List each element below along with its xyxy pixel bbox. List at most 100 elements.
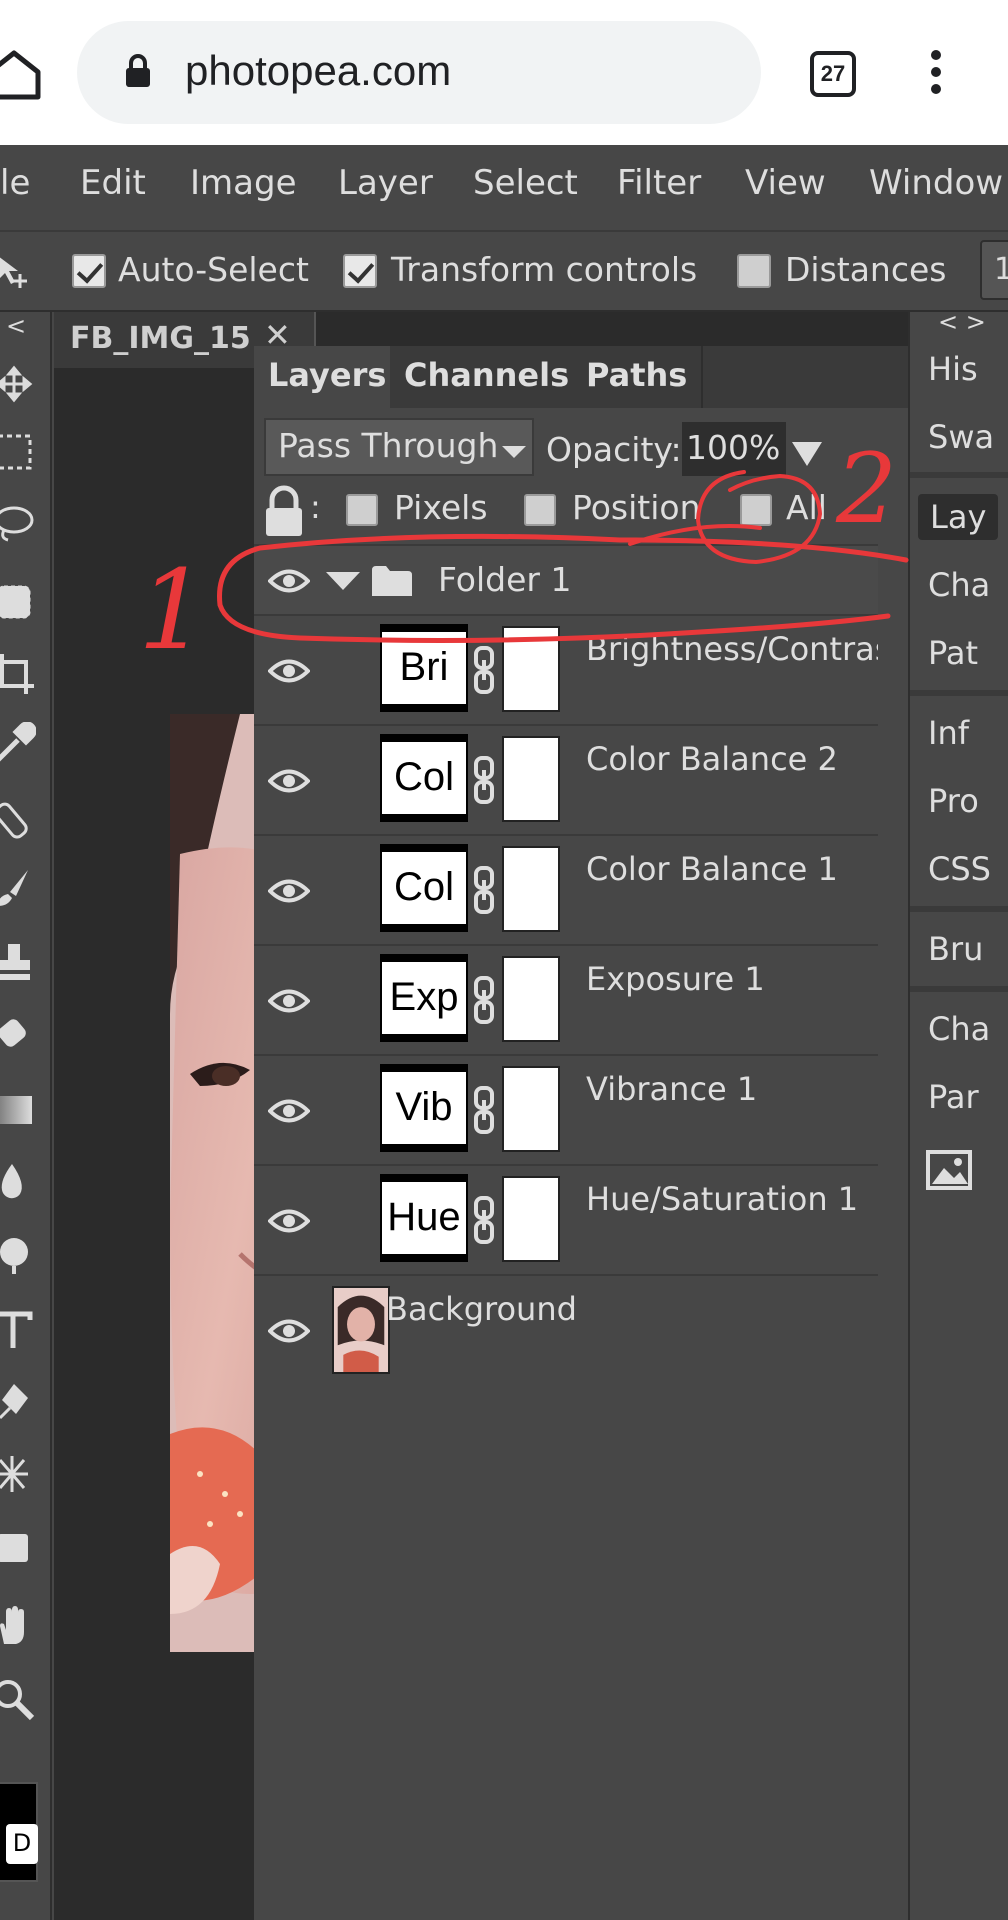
lock-icon xyxy=(266,485,302,536)
tab-channels[interactable]: Channels xyxy=(390,346,586,408)
opacity-input[interactable]: 100% xyxy=(682,422,786,476)
layer-row[interactable]: Vib Vibrance 1 xyxy=(254,1056,878,1166)
path-select-tool-icon[interactable] xyxy=(0,1452,36,1496)
toolbar-collapse-button[interactable]: < xyxy=(6,312,26,340)
menu-window[interactable]: Window xyxy=(869,163,1003,203)
adjustment-thumbnail: Exp xyxy=(380,954,468,1042)
lock-all-checkbox[interactable] xyxy=(740,494,772,526)
tab-switcher-button[interactable]: 27 xyxy=(810,51,856,97)
layer-name: Hue/Saturation 1 xyxy=(586,1180,859,1218)
panel-layers[interactable]: Lay xyxy=(918,494,999,540)
transform-controls-checkbox[interactable] xyxy=(343,254,377,288)
eye-icon[interactable] xyxy=(268,1318,310,1344)
panel-expand-arrows[interactable]: < > xyxy=(938,308,986,336)
layer-row-background[interactable]: Background xyxy=(254,1276,878,1386)
clone-stamp-tool-icon[interactable] xyxy=(0,940,36,984)
eye-icon[interactable] xyxy=(268,658,310,684)
panel-paths[interactable]: Pat xyxy=(928,634,978,672)
gradient-tool-icon[interactable] xyxy=(0,1088,36,1132)
menu-edit[interactable]: Edit xyxy=(80,163,146,203)
menu-file[interactable]: le xyxy=(0,163,30,203)
opacity-dropdown-icon[interactable] xyxy=(792,442,822,466)
link-icon[interactable] xyxy=(473,646,495,694)
panel-brush[interactable]: Bru xyxy=(928,930,983,968)
panel-swatches[interactable]: Swa xyxy=(928,418,994,456)
panel-properties[interactable]: Pro xyxy=(928,782,979,820)
link-icon[interactable] xyxy=(473,1086,495,1134)
crop-tool-icon[interactable] xyxy=(0,652,36,696)
eye-icon[interactable] xyxy=(268,1098,310,1124)
folder-expand-icon[interactable] xyxy=(326,572,360,590)
eraser-tool-icon[interactable] xyxy=(0,1012,36,1056)
lock-icon xyxy=(126,54,150,87)
link-icon[interactable] xyxy=(473,976,495,1024)
lock-all-label: All xyxy=(786,488,827,527)
type-tool-icon[interactable] xyxy=(0,1308,36,1352)
menu-image[interactable]: Image xyxy=(190,163,296,203)
rectangle-tool-icon[interactable] xyxy=(0,1526,36,1570)
link-icon[interactable] xyxy=(473,866,495,914)
panel-info[interactable]: Inf xyxy=(928,714,969,752)
quick-select-tool-icon[interactable] xyxy=(0,580,36,624)
hand-tool-icon[interactable] xyxy=(0,1604,36,1648)
zoom-tool-icon[interactable] xyxy=(0,1678,36,1722)
move-tool-icon xyxy=(0,257,27,288)
layer-row[interactable]: Hue Hue/Saturation 1 xyxy=(254,1166,878,1276)
layer-folder-row[interactable]: Folder 1 xyxy=(254,544,878,616)
tab-layers[interactable]: Layers xyxy=(254,346,403,408)
panel-css[interactable]: CSS xyxy=(928,850,991,888)
tab-paths[interactable]: Paths xyxy=(572,346,704,408)
auto-select-checkbox[interactable] xyxy=(72,254,106,288)
layer-thumbnail xyxy=(332,1286,390,1374)
panel-character[interactable]: Cha xyxy=(928,1010,990,1048)
distances-checkbox[interactable] xyxy=(737,254,771,288)
menu-filter[interactable]: Filter xyxy=(617,163,701,203)
move-tool-icon[interactable] xyxy=(0,362,36,406)
brush-tool-icon[interactable] xyxy=(0,866,36,910)
lock-pixels-label: Pixels xyxy=(394,488,488,527)
panel-paragraph[interactable]: Par xyxy=(928,1078,979,1116)
lock-position-checkbox[interactable] xyxy=(524,494,556,526)
options-overflow-button[interactable]: 1 xyxy=(980,240,1008,300)
eye-icon[interactable] xyxy=(268,568,310,594)
eyedropper-tool-icon[interactable] xyxy=(0,722,36,766)
blur-tool-icon[interactable] xyxy=(0,1160,36,1204)
menu-layer[interactable]: Layer xyxy=(338,163,433,203)
tool-options-bar: Auto-Select Transform controls Distances… xyxy=(0,232,1008,312)
mask-thumbnail xyxy=(502,846,560,932)
link-icon[interactable] xyxy=(473,1196,495,1244)
menu-select[interactable]: Select xyxy=(473,163,578,203)
eye-icon[interactable] xyxy=(268,1208,310,1234)
image-icon[interactable] xyxy=(926,1150,972,1190)
mask-thumbnail xyxy=(502,956,560,1042)
mask-thumbnail xyxy=(502,736,560,822)
layer-row[interactable]: Exp Exposure 1 xyxy=(254,946,878,1056)
lasso-tool-icon[interactable] xyxy=(0,502,36,546)
panel-history[interactable]: His xyxy=(928,350,978,388)
panel-channels[interactable]: Cha xyxy=(928,566,990,604)
marquee-tool-icon[interactable] xyxy=(0,430,36,474)
default-colors-button[interactable]: D xyxy=(6,1824,38,1864)
lock-position-label: Position xyxy=(572,488,701,527)
lock-colon: : xyxy=(310,488,321,526)
layer-name: Background xyxy=(386,1290,577,1328)
blend-mode-select[interactable]: Pass Through xyxy=(264,418,534,476)
browser-toolbar: photopea.com 27 xyxy=(0,0,1008,145)
eye-icon[interactable] xyxy=(268,878,310,904)
lock-pixels-checkbox[interactable] xyxy=(346,494,378,526)
adjustment-thumbnail: Hue xyxy=(380,1174,468,1262)
chevron-down-icon xyxy=(502,446,526,458)
more-options-icon[interactable] xyxy=(924,50,948,98)
layer-row[interactable]: Bri Brightness/Contrast xyxy=(254,616,878,726)
eye-icon[interactable] xyxy=(268,988,310,1014)
address-bar[interactable]: photopea.com xyxy=(77,21,761,124)
menu-view[interactable]: View xyxy=(745,163,826,203)
home-icon[interactable] xyxy=(0,50,42,100)
pen-tool-icon[interactable] xyxy=(0,1380,36,1424)
layer-row[interactable]: Col Color Balance 2 xyxy=(254,726,878,836)
eye-icon[interactable] xyxy=(268,768,310,794)
healing-brush-tool-icon[interactable] xyxy=(0,796,36,840)
dodge-tool-icon[interactable] xyxy=(0,1232,36,1276)
layer-row[interactable]: Col Color Balance 1 xyxy=(254,836,878,946)
link-icon[interactable] xyxy=(473,756,495,804)
